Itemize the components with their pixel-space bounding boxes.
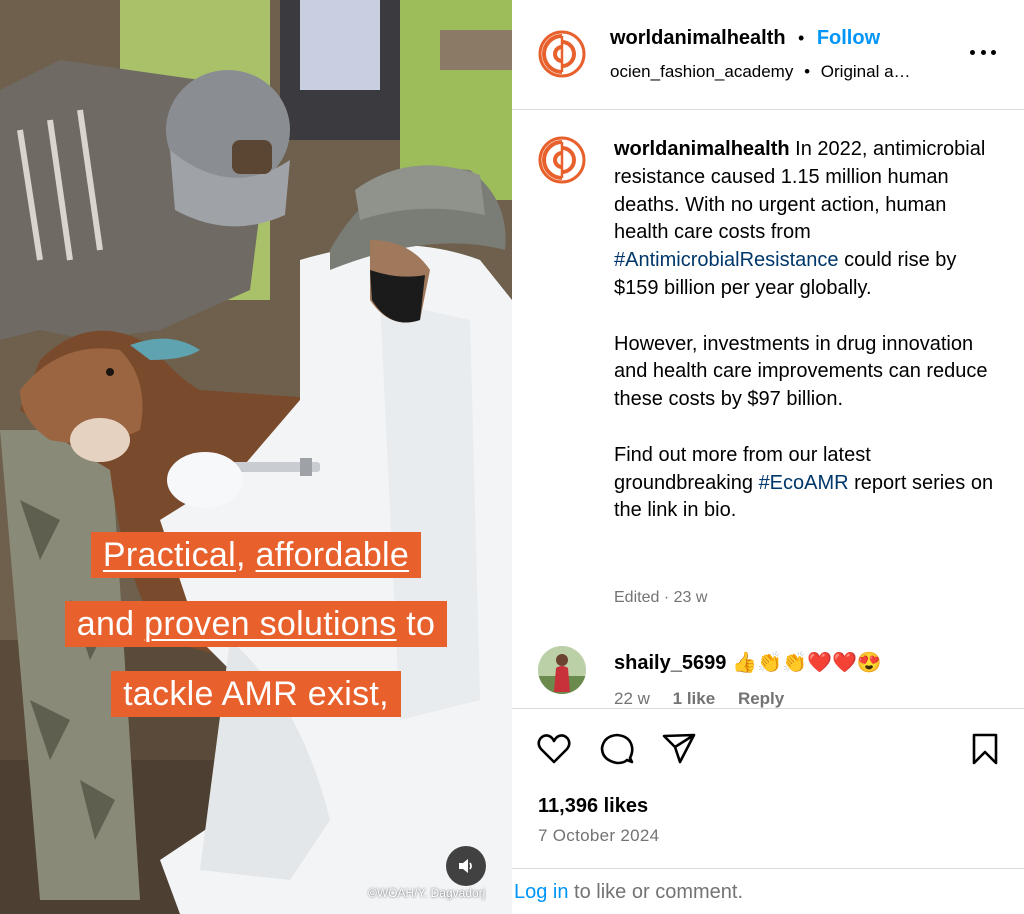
post-date: 7 October 2024	[538, 826, 660, 845]
commenter-avatar[interactable]	[538, 646, 586, 694]
caption-paragraph-1: worldanimalhealth In 2022, antimicrobial…	[614, 136, 994, 303]
share-icon[interactable]	[661, 731, 697, 767]
caption-line-2: and proven solutions to	[0, 601, 512, 647]
caption-username[interactable]: worldanimalhealth	[614, 138, 790, 160]
post-details-panel: worldanimalhealth • Follow ocien_fashion…	[512, 0, 1024, 914]
caption-paragraph-2: However, investments in drug innovation …	[614, 332, 988, 411]
caption-segment: and	[76, 605, 145, 643]
caption-line-3: tackle AMR exist,	[0, 671, 512, 717]
woah-logo-icon	[538, 30, 586, 78]
login-prompt: Log in to like or comment.	[512, 868, 1024, 914]
hashtag-link[interactable]: #AntimicrobialResistance	[614, 249, 839, 271]
caption-segment: tackle AMR exist,	[123, 675, 389, 713]
caption-text: tackle AMR exist,	[111, 671, 401, 717]
photo-scene	[0, 0, 512, 914]
speaker-icon	[459, 859, 472, 873]
comment-username[interactable]: shaily_5699	[614, 652, 726, 674]
comment-text: 👍👏👏❤️❤️😍	[732, 652, 882, 674]
heart-icon[interactable]	[536, 731, 572, 767]
woah-logo-icon	[538, 136, 586, 184]
comment-meta: 22 w 1 like Reply	[614, 689, 802, 709]
caption-text: Practical, affordable	[90, 532, 422, 578]
sound-toggle-button[interactable]	[446, 846, 486, 886]
header-username[interactable]: worldanimalhealth	[610, 27, 786, 49]
caption-emphasis: proven solutions	[144, 605, 397, 643]
comment-icon[interactable]	[599, 731, 635, 767]
login-prompt-text: to like or comment.	[568, 881, 744, 903]
avatar-photo	[538, 646, 586, 694]
original-audio-link[interactable]: Original a…	[821, 62, 911, 81]
more-options-icon[interactable]	[970, 50, 996, 58]
subline-separator: •	[804, 62, 811, 81]
hashtag-link[interactable]: #EcoAMR	[759, 472, 849, 494]
caption-emphasis: Practical	[102, 536, 236, 574]
caption-emphasis: affordable	[255, 536, 410, 574]
header-separator: •	[798, 28, 805, 48]
comment-time: 22 w	[614, 689, 650, 708]
post-media[interactable]: Practical, affordable and proven solutio…	[0, 0, 512, 914]
header-title-row: worldanimalhealth • Follow	[610, 27, 880, 50]
header-subline: ocien_fashion_academy • Original a…	[610, 62, 911, 82]
photo-credit: ©WOAH/Y. Dagvadorj	[368, 886, 486, 900]
likes-count[interactable]: 11,396 likes	[538, 795, 648, 818]
collaborator-link[interactable]: ocien_fashion_academy	[610, 62, 793, 81]
caption-text: and proven solutions to	[64, 601, 448, 647]
actions-bar: 11,396 likes 7 October 2024	[512, 708, 1024, 868]
caption-paragraph-3: Find out more from our latest groundbrea…	[614, 442, 994, 525]
caption-segment: ,	[235, 536, 256, 574]
post-header: worldanimalhealth • Follow ocien_fashion…	[512, 0, 1024, 110]
comment-likes-link[interactable]: 1 like	[673, 689, 716, 708]
caption-line-1: Practical, affordable	[0, 532, 512, 578]
caption-avatar[interactable]	[538, 136, 586, 184]
profile-avatar[interactable]	[538, 30, 586, 78]
login-link[interactable]: Log in	[514, 881, 569, 903]
caption-segment: to	[396, 605, 436, 643]
comment: shaily_5699 👍👏👏❤️❤️😍	[614, 650, 882, 675]
follow-button[interactable]: Follow	[817, 27, 880, 49]
reply-button[interactable]: Reply	[738, 689, 784, 708]
post-caption: worldanimalhealth In 2022, antimicrobial…	[614, 136, 994, 553]
bookmark-icon[interactable]	[967, 731, 1003, 767]
edited-timestamp: Edited · 23 w	[614, 589, 708, 606]
